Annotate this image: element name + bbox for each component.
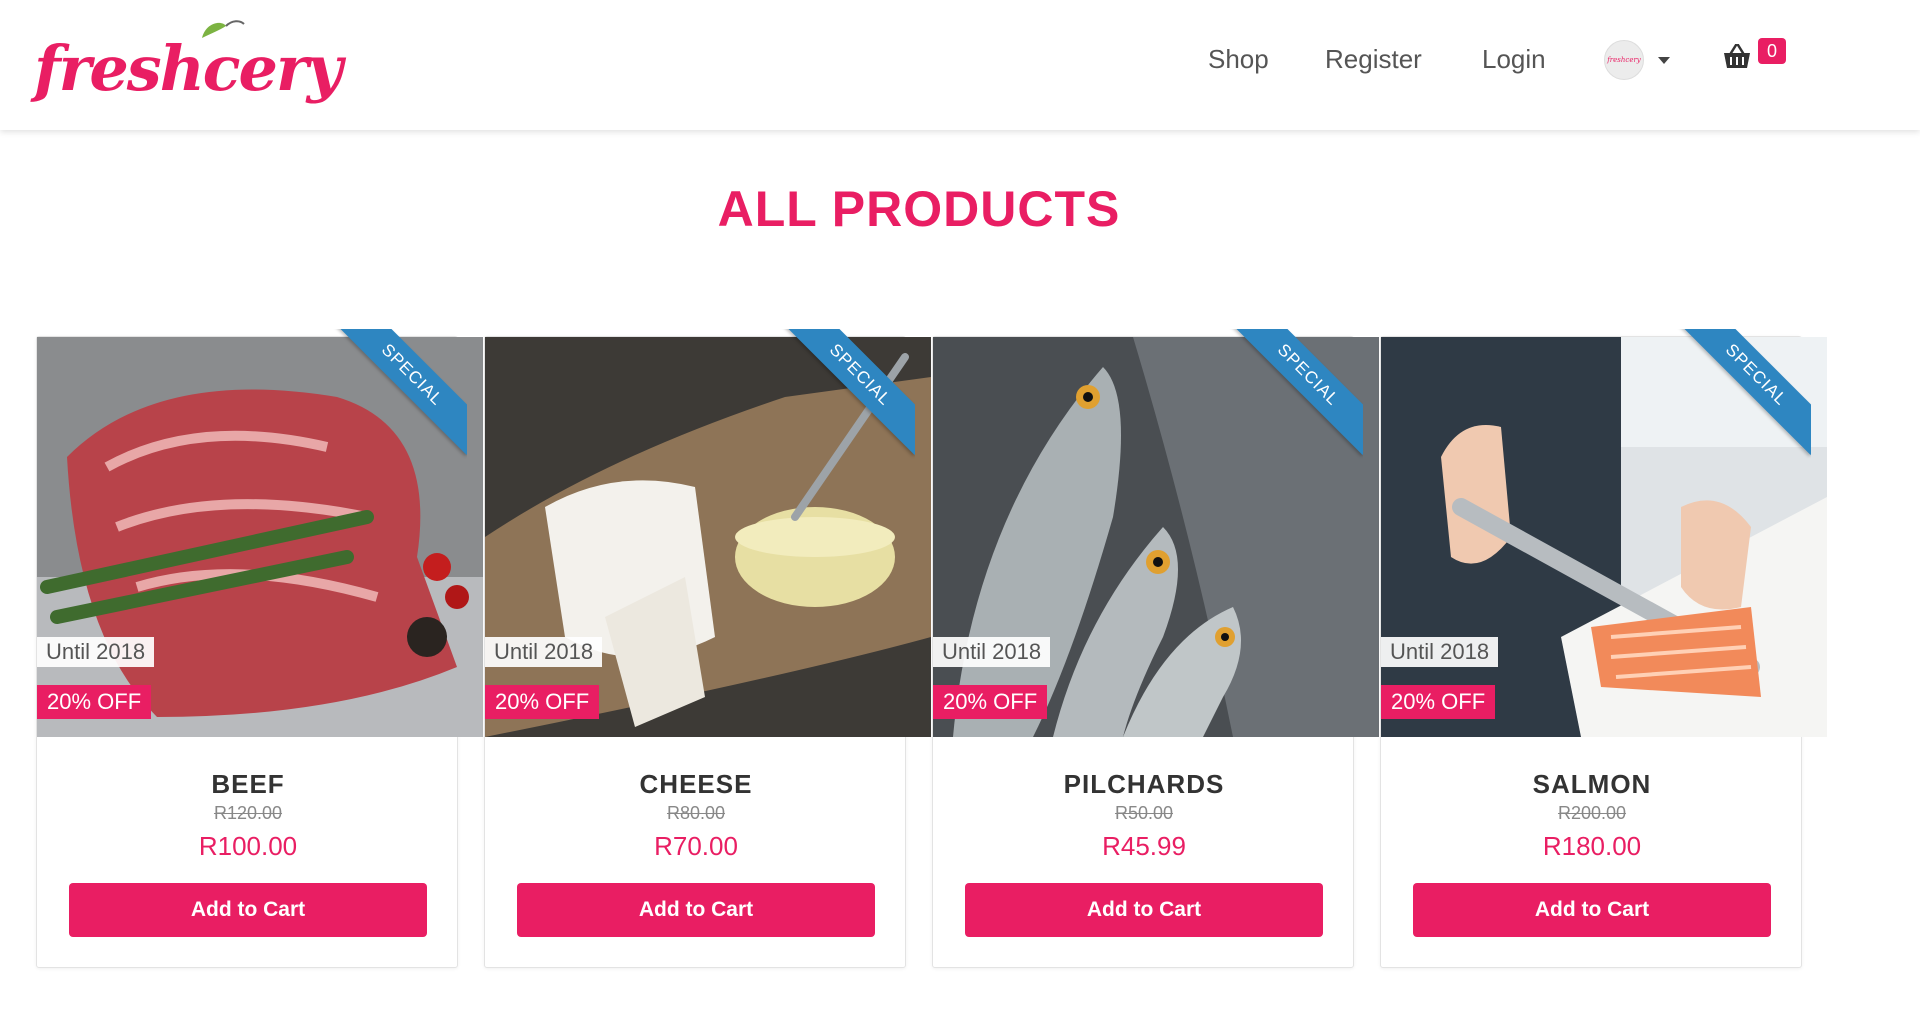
cart-button[interactable]: 0 [1722, 38, 1786, 84]
special-ribbon: SPECIAL [780, 329, 915, 455]
nav-login[interactable]: Login [1482, 44, 1546, 75]
cart-count-badge: 0 [1758, 38, 1786, 64]
old-price: R50.00 [1114, 803, 1174, 823]
user-dropdown[interactable]: freshcery [1604, 40, 1684, 84]
add-to-cart-button[interactable]: Add to Cart [69, 883, 427, 937]
old-price: R80.00 [666, 803, 726, 823]
product-card: SPECIAL Until 2018 20% OFF BEEF R120.00 … [36, 329, 483, 968]
product-grid: SPECIAL Until 2018 20% OFF BEEF R120.00 … [36, 329, 1827, 968]
brand-logo[interactable]: freshcery [34, 14, 343, 114]
until-label: Until 2018 [37, 637, 155, 667]
discount-badge: 20% OFF [1381, 685, 1496, 719]
old-price: R120.00 [213, 803, 283, 823]
nav-register[interactable]: Register [1325, 44, 1422, 75]
nav-shop[interactable]: Shop [1208, 44, 1269, 75]
product-card: SPECIAL Until 2018 20% OFF PILCHARDS R50… [932, 329, 1379, 968]
product-name[interactable]: BEEF [37, 769, 459, 800]
product-name[interactable]: PILCHARDS [933, 769, 1355, 800]
until-label: Until 2018 [485, 637, 603, 667]
product-name[interactable]: SALMON [1381, 769, 1803, 800]
until-label: Until 2018 [1381, 637, 1499, 667]
caret-down-icon [1658, 57, 1670, 64]
product-card: SPECIAL Until 2018 20% OFF CHEESE R80.00… [484, 329, 931, 968]
price: R180.00 [1542, 831, 1642, 861]
special-ribbon: SPECIAL [1676, 329, 1811, 455]
page-title: ALL PRODUCTS [717, 181, 1121, 237]
price: R70.00 [654, 831, 738, 861]
avatar-text: freshcery [1607, 56, 1641, 64]
special-ribbon: SPECIAL [1228, 329, 1363, 455]
avatar: freshcery [1604, 40, 1644, 80]
basket-icon [1724, 43, 1750, 68]
price: R100.00 [198, 831, 298, 861]
old-price: R200.00 [1557, 803, 1627, 823]
discount-badge: 20% OFF [37, 685, 152, 719]
site-header: freshcery Shop Register Login freshcery … [0, 0, 1920, 130]
product-card: SPECIAL Until 2018 20% OFF SALMON R200.0… [1380, 329, 1827, 968]
add-to-cart-button[interactable]: Add to Cart [1413, 883, 1771, 937]
add-to-cart-button[interactable]: Add to Cart [517, 883, 875, 937]
product-name[interactable]: CHEESE [485, 769, 907, 800]
discount-badge: 20% OFF [485, 685, 600, 719]
special-ribbon: SPECIAL [332, 329, 467, 455]
discount-badge: 20% OFF [933, 685, 1048, 719]
until-label: Until 2018 [933, 637, 1051, 667]
logo-text: freshcery [34, 32, 343, 105]
add-to-cart-button[interactable]: Add to Cart [965, 883, 1323, 937]
price: R45.99 [1102, 831, 1186, 861]
